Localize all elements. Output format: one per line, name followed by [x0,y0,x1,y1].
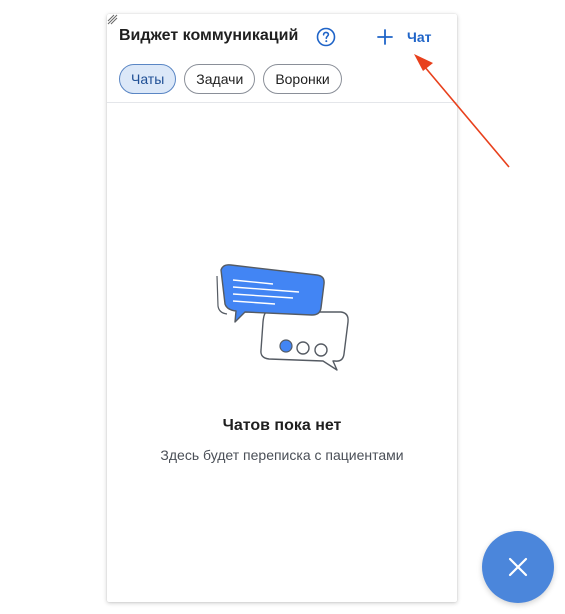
header-divider [107,102,457,103]
tab-chats[interactable]: Чаты [119,64,177,94]
empty-state-title: Чатов пока нет [222,417,342,434]
close-fab-button[interactable] [482,531,554,603]
widget-header: Виджет коммуникаций Чат [107,14,457,58]
plus-icon [377,29,393,45]
new-chat-label: Чат [407,29,432,45]
close-icon [508,557,528,577]
tab-bar: Чаты Задачи Воронки [119,64,342,94]
new-chat-button[interactable]: Чат [375,25,441,49]
empty-state-subtitle: Здесь будет переписка с пациентами [160,447,404,463]
communication-widget: Виджет коммуникаций Чат Чаты Задачи Воро… [107,14,457,602]
chat-bubbles-illustration [216,264,349,371]
question-circle-icon[interactable] [316,27,336,47]
widget-title: Виджет коммуникаций [119,27,299,44]
tab-funnels[interactable]: Воронки [263,64,342,94]
tab-tasks[interactable]: Задачи [184,64,256,94]
